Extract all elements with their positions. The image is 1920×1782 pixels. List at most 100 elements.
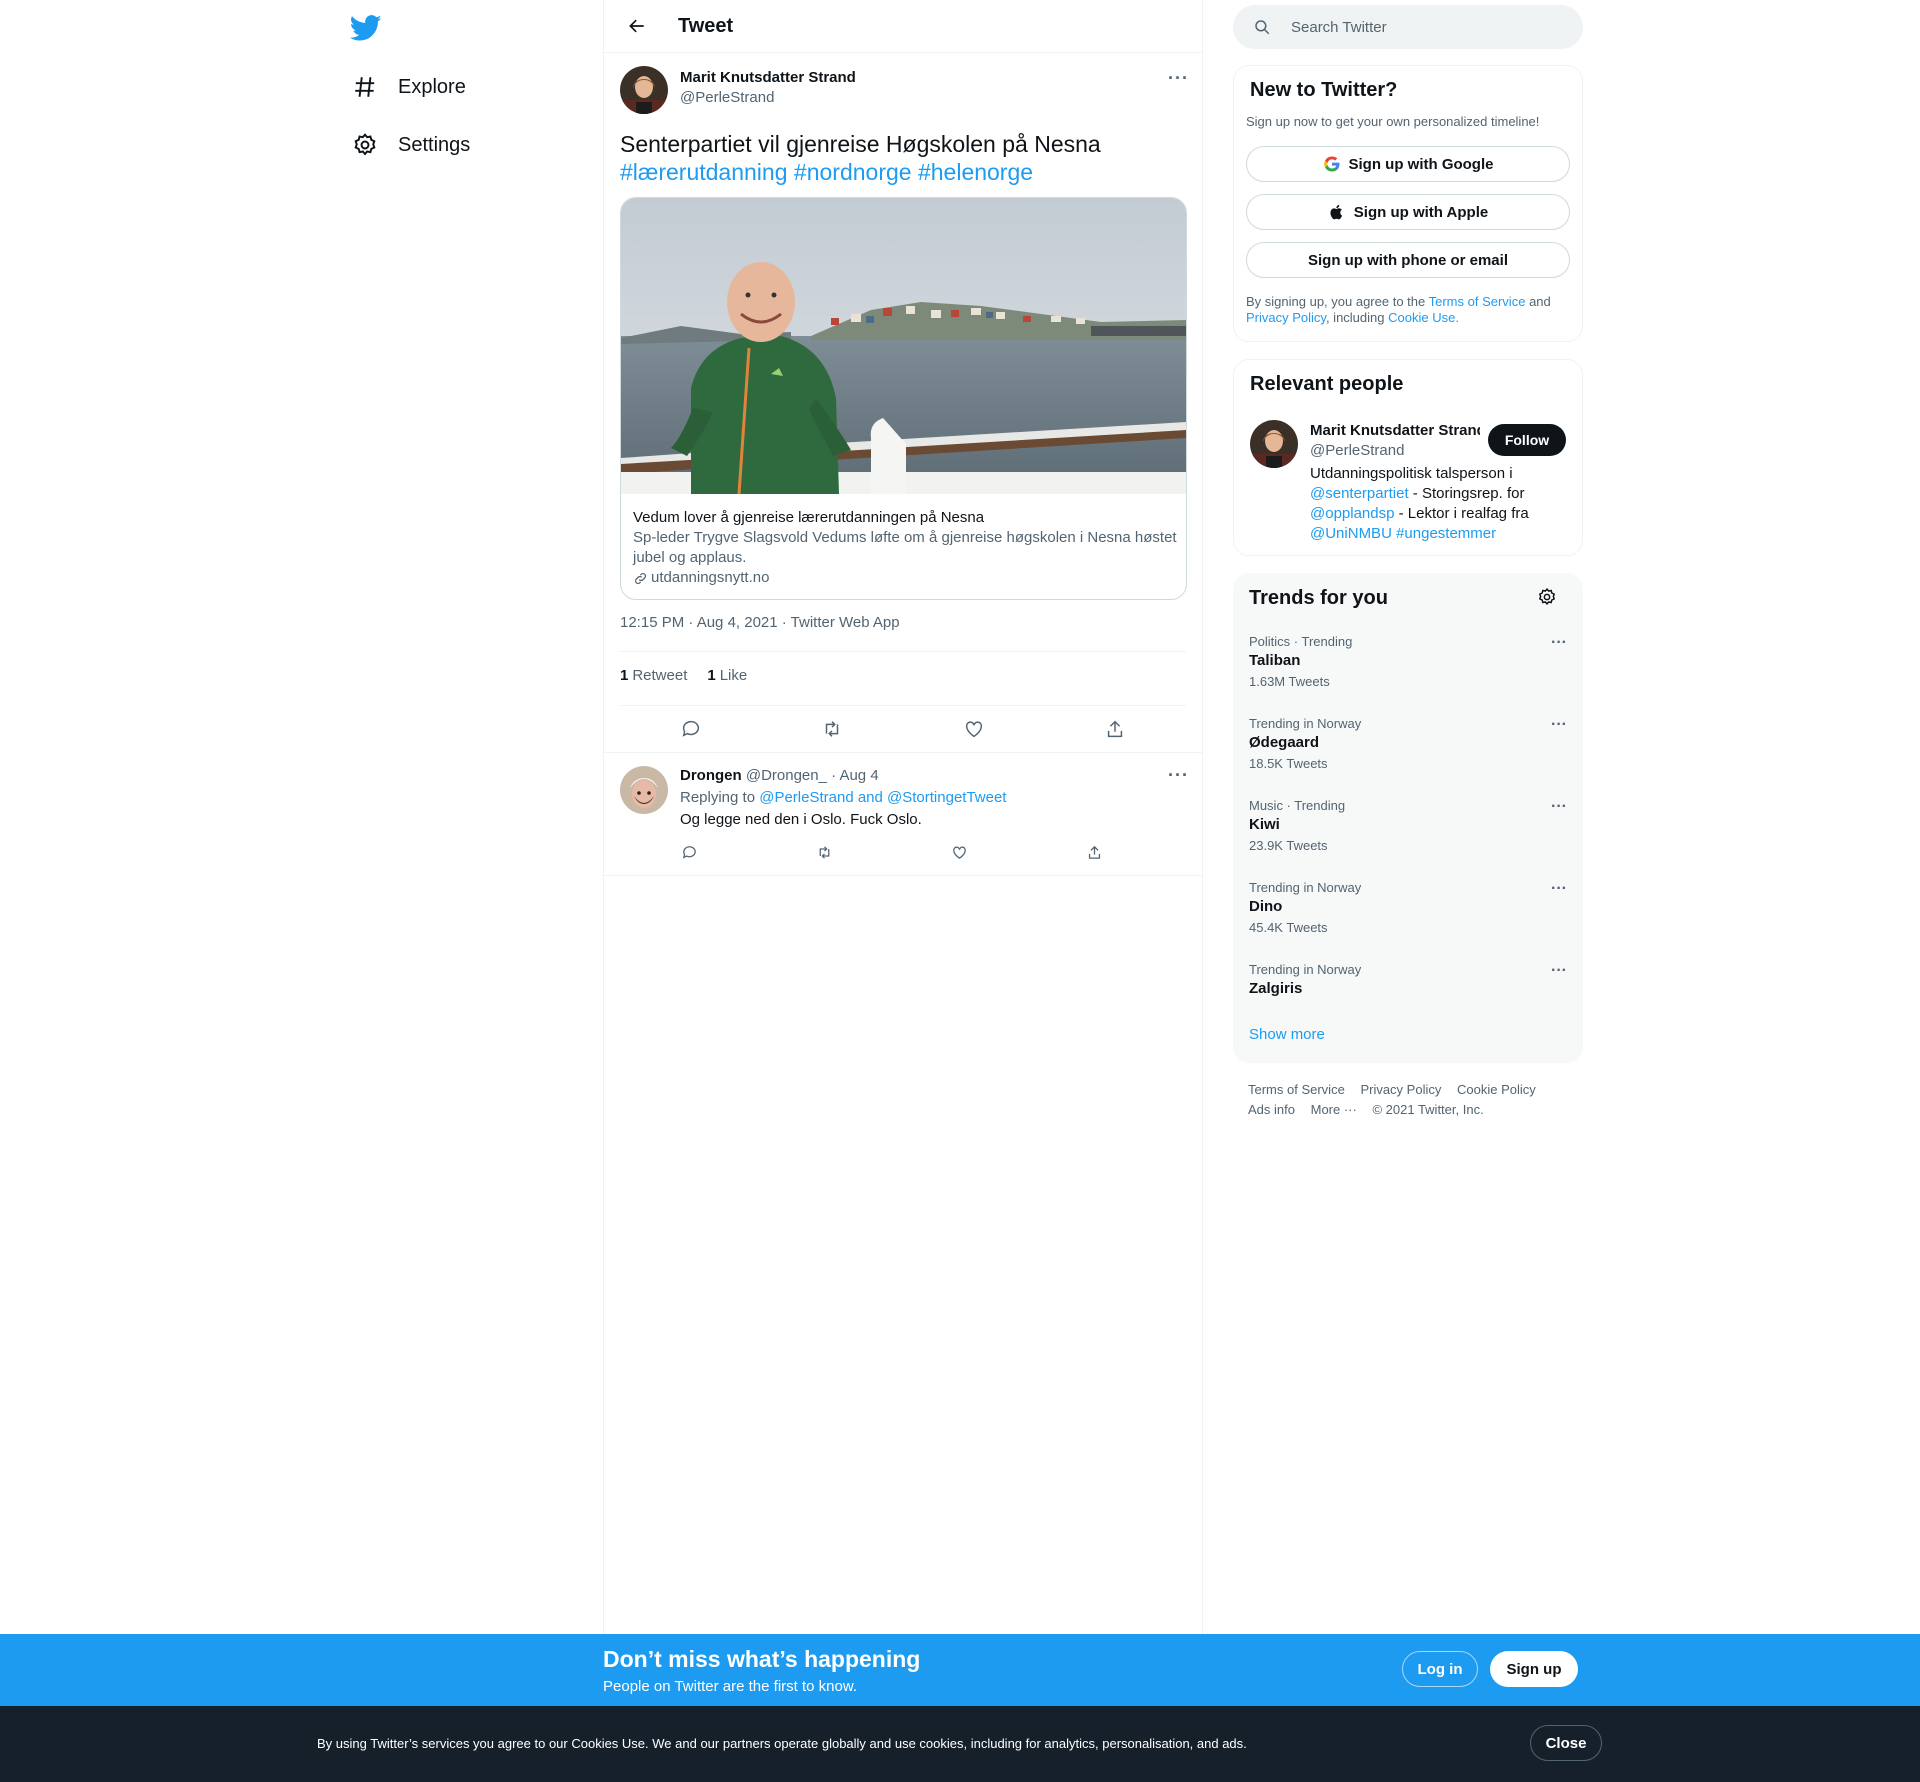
back-arrow-icon[interactable]: [620, 9, 654, 43]
trend-more-icon[interactable]: ···: [1551, 716, 1567, 734]
trend-context: Music · Trending: [1249, 798, 1346, 813]
relevant-handle[interactable]: @PerleStrand: [1310, 442, 1404, 459]
cookie-bar: By using Twitter’s services you agree to…: [0, 1706, 1920, 1782]
trend-item[interactable]: Politics · Trending Taliban 1.63M Tweets…: [1249, 634, 1567, 689]
reply-author-handle[interactable]: @Drongen_: [746, 767, 827, 784]
reply-header: Drongen @Drongen_ · Aug 4: [680, 765, 879, 787]
retweet-icon[interactable]: [821, 718, 843, 740]
bio-mention-link[interactable]: @senterpartiet: [1310, 485, 1409, 502]
tweet-header: Tweet: [604, 0, 1202, 53]
tweet-timestamp[interactable]: 12:15 PM · Aug 4, 2021 · Twitter Web App: [620, 614, 900, 631]
nav-explore[interactable]: Explore: [352, 67, 466, 107]
footer-privacy-link[interactable]: Privacy Policy: [1360, 1082, 1441, 1097]
trend-context: Politics · Trending: [1249, 634, 1353, 649]
show-more-link[interactable]: Show more: [1249, 1026, 1325, 1043]
search-bar[interactable]: [1233, 5, 1583, 49]
follow-button[interactable]: Follow: [1488, 424, 1566, 456]
like-icon[interactable]: [963, 718, 985, 740]
replying-to: Replying to @PerleStrand and @Stortinget…: [680, 787, 1006, 809]
hashtag-link[interactable]: #nordnorge: [794, 159, 912, 185]
main-column: Tweet Marit Knutsdatter Strand @PerleStr…: [603, 0, 1203, 1634]
trend-count: 1.63M Tweets: [1249, 674, 1330, 689]
terms-link[interactable]: Terms of Service: [1429, 294, 1526, 309]
trend-more-icon[interactable]: ···: [1551, 962, 1567, 980]
trend-item[interactable]: Trending in Norway Ødegaard 18.5K Tweets…: [1249, 716, 1567, 771]
share-icon[interactable]: [1086, 843, 1104, 861]
author-avatar[interactable]: [620, 66, 668, 114]
phone-email-signup-button[interactable]: Sign up with phone or email: [1246, 242, 1570, 278]
author-handle[interactable]: @PerleStrand: [680, 89, 774, 106]
login-button[interactable]: Log in: [1402, 1651, 1478, 1687]
footer-terms-link[interactable]: Terms of Service: [1248, 1082, 1345, 1097]
google-signup-button[interactable]: Sign up with Google: [1246, 146, 1570, 182]
replying-to-links[interactable]: @PerleStrand and @StortingetTweet: [759, 789, 1006, 806]
retweet-icon[interactable]: [815, 843, 833, 861]
trend-count: 23.9K Tweets: [1249, 838, 1328, 853]
like-icon[interactable]: [951, 843, 969, 861]
replying-to-label: Replying to: [680, 789, 756, 806]
cookie-close-button[interactable]: Close: [1530, 1725, 1602, 1761]
hashtag-link[interactable]: #helenorge: [918, 159, 1033, 185]
signup-subtitle: Sign up now to get your own personalized…: [1246, 114, 1540, 129]
tweet-body: Senterpartiet vil gjenreise Høgskolen på…: [620, 131, 1101, 157]
trend-name: Kiwi: [1249, 816, 1280, 833]
reply-actions: [680, 842, 1104, 862]
footer-cookie-link[interactable]: Cookie Policy: [1457, 1082, 1536, 1097]
card-image: [621, 198, 1186, 495]
nav-settings[interactable]: Settings: [352, 125, 470, 165]
bio-mention-link[interactable]: @UniNMBU: [1310, 525, 1392, 542]
bio-hashtag-link[interactable]: #ungestemmer: [1396, 525, 1496, 542]
link-card[interactable]: Vedum lover å gjenreise lærerutdanningen…: [620, 197, 1187, 600]
footer-ads-link[interactable]: Ads info: [1248, 1102, 1295, 1117]
trend-item[interactable]: Trending in Norway Zalgiris ···: [1249, 962, 1567, 997]
cookie-use-link[interactable]: Cookie Use.: [1388, 310, 1459, 325]
bio-mention-link[interactable]: @opplandsp: [1310, 505, 1394, 522]
trends-title: Trends for you: [1249, 587, 1388, 609]
search-icon: [1255, 20, 1270, 35]
trends-settings-icon[interactable]: [1537, 587, 1557, 612]
reply-author-name[interactable]: Drongen: [680, 767, 742, 784]
reply-icon[interactable]: [680, 718, 702, 740]
tweet-text: Senterpartiet vil gjenreise Høgskolen på…: [620, 130, 1186, 186]
author-name[interactable]: Marit Knutsdatter Strand: [680, 69, 856, 86]
share-icon[interactable]: [1104, 718, 1126, 740]
retweets-count[interactable]: 1 Retweet: [620, 667, 687, 684]
reply-date[interactable]: · Aug 4: [831, 767, 879, 784]
relevant-bio: Utdanningspolitisk talsperson i @senterp…: [1310, 464, 1550, 544]
privacy-link[interactable]: Privacy Policy: [1246, 310, 1326, 325]
apple-icon: [1330, 204, 1342, 220]
hashtag-link[interactable]: #lærerutdanning: [620, 159, 788, 185]
reply-text: Og legge ned den i Oslo. Fuck Oslo.: [680, 811, 922, 828]
likes-count[interactable]: 1 Like: [707, 667, 747, 684]
reply-icon[interactable]: [680, 843, 698, 861]
trend-more-icon[interactable]: ···: [1551, 634, 1567, 652]
legal-text: By signing up, you agree to the: [1246, 294, 1426, 309]
reply-avatar[interactable]: [620, 766, 668, 814]
tweet-hashtags: #lærerutdanning #nordnorge #helenorge: [620, 158, 1186, 186]
relevant-people-panel: Relevant people Marit Knutsdatter Strand…: [1233, 359, 1583, 556]
footer-more-link[interactable]: More ···: [1311, 1102, 1357, 1117]
relevant-people-title: Relevant people: [1250, 373, 1404, 395]
divider: [620, 651, 1186, 652]
trend-more-icon[interactable]: ···: [1551, 798, 1567, 816]
relevant-name[interactable]: Marit Knutsdatter Strand: [1310, 422, 1480, 439]
trend-context: Trending in Norway: [1249, 716, 1362, 731]
gear-icon: [354, 133, 376, 156]
trend-item[interactable]: Trending in Norway Dino 45.4K Tweets ···: [1249, 880, 1567, 935]
trend-count: 45.4K Tweets: [1249, 920, 1328, 935]
google-icon: [1323, 156, 1339, 172]
twitter-logo-icon[interactable]: [349, 12, 382, 44]
google-signup-label: Sign up with Google: [1348, 155, 1494, 173]
trend-item[interactable]: Music · Trending Kiwi 23.9K Tweets ···: [1249, 798, 1567, 853]
reply-more-options-icon[interactable]: ···: [1168, 765, 1189, 786]
more-options-icon[interactable]: ···: [1168, 68, 1189, 89]
relevant-avatar[interactable]: [1250, 420, 1298, 468]
phone-email-signup-label: Sign up with phone or email: [1307, 251, 1508, 269]
apple-signup-button[interactable]: Sign up with Apple: [1246, 194, 1570, 230]
card-domain: utdanningsnytt.no: [633, 568, 1178, 588]
footer-copyright: © 2021 Twitter, Inc.: [1372, 1102, 1484, 1117]
signup-button[interactable]: Sign up: [1490, 1651, 1578, 1687]
search-input[interactable]: [1291, 18, 1561, 36]
signup-legal: By signing up, you agree to the Terms of…: [1246, 294, 1572, 326]
trend-more-icon[interactable]: ···: [1551, 880, 1567, 898]
